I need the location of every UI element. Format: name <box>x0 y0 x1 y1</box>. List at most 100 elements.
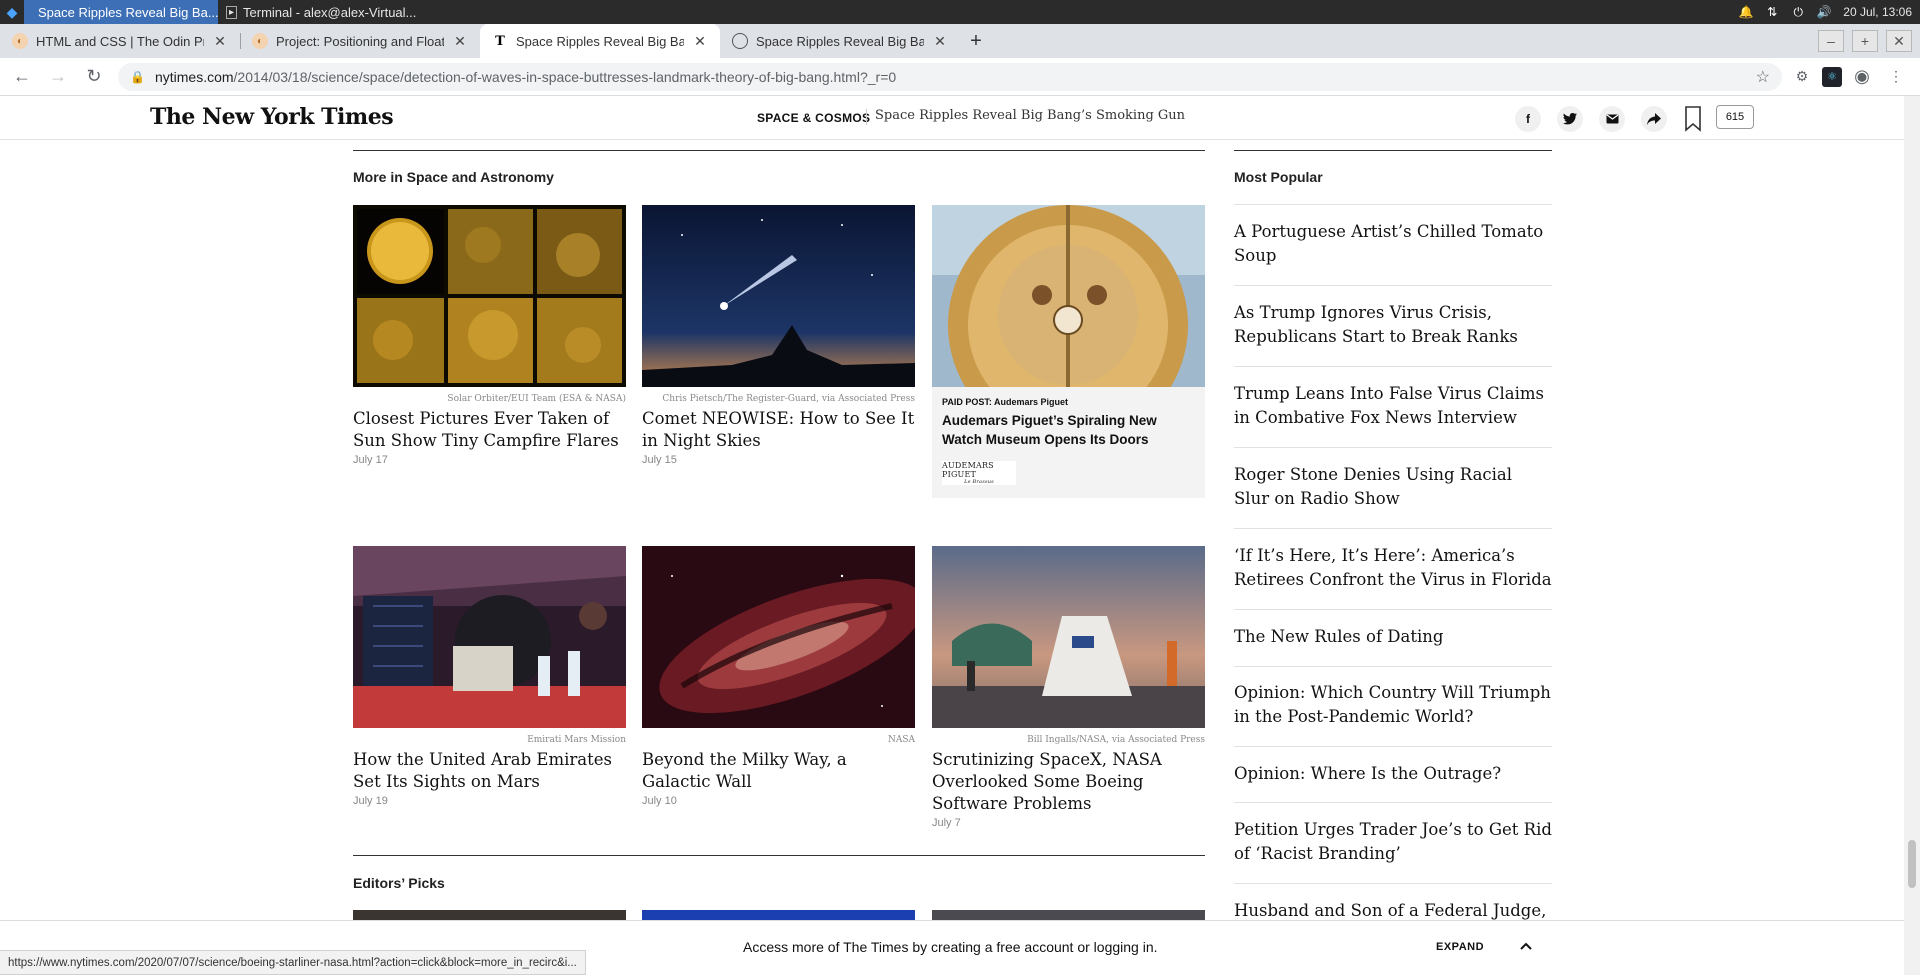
story-title[interactable]: Scrutinizing SpaceX, NASA Overlooked Som… <box>932 749 1205 815</box>
article-footer-content: More in Space and Astronomy Solar Orbite… <box>0 140 1904 920</box>
story-title[interactable]: How the United Arab Emirates Set Its Sig… <box>353 749 626 793</box>
close-icon[interactable]: ✕ <box>932 33 948 50</box>
sun-images-grid[interactable] <box>353 205 626 387</box>
extension-puzzle-icon[interactable]: ⚙ <box>1788 63 1816 91</box>
tab-title: Project: Positioning and Floatin <box>276 33 444 49</box>
reload-icon[interactable]: ↻ <box>80 63 108 91</box>
start-menu-icon[interactable]: ◆ <box>0 0 24 24</box>
story-card-comet[interactable]: Chris Pietsch/The Register-Guard, via As… <box>642 205 915 466</box>
lock-icon[interactable]: 🔒 <box>130 70 145 84</box>
comment-count: 615 <box>1725 111 1745 123</box>
story-card-uae-mars[interactable]: Emirati Mars Mission How the United Arab… <box>353 546 626 807</box>
story-date: July 10 <box>642 795 677 807</box>
watch-museum-photo[interactable] <box>932 205 1205 387</box>
most-popular-heading: Most Popular <box>1234 169 1323 185</box>
header-headline: Space Ripples Reveal Big Bang’s Smoking … <box>875 108 1186 123</box>
odin-favicon-icon: ◐ <box>12 33 28 49</box>
popular-item[interactable]: Roger Stone Denies Using Racial Slur on … <box>1234 463 1552 511</box>
story-card-boeing-spacex[interactable]: Bill Ingalls/NASA, via Associated Press … <box>932 546 1205 829</box>
popular-item[interactable]: A Portuguese Artist’s Chilled Tomato Sou… <box>1234 220 1552 268</box>
expand-button[interactable]: EXPAND <box>1436 941 1484 953</box>
popular-divider <box>1234 447 1552 448</box>
story-date: July 19 <box>353 795 388 807</box>
taskbar-window-label: Space Ripples Reveal Big Ba... <box>38 4 218 20</box>
facebook-share-icon[interactable]: f <box>1515 106 1541 132</box>
comments-count-button[interactable]: 615 <box>1716 105 1754 129</box>
browser-menu-icon[interactable]: ⋮ <box>1882 63 1910 91</box>
popular-item[interactable]: Petition Urges Trader Joe’s to Get Rid o… <box>1234 818 1552 866</box>
odin-favicon-icon: ◐ <box>252 33 268 49</box>
galaxy-photo[interactable] <box>642 546 915 728</box>
story-title[interactable]: Comet NEOWISE: How to See It in Night Sk… <box>642 408 915 452</box>
editors-pick-image[interactable] <box>642 910 915 920</box>
popular-divider <box>1234 609 1552 610</box>
section-label[interactable]: SPACE & COSMOS <box>757 111 870 125</box>
globe-favicon-icon <box>732 33 748 49</box>
page-scrollbar[interactable] <box>1904 96 1920 975</box>
clock[interactable]: 20 Jul, 13:06 <box>1843 5 1912 19</box>
power-icon[interactable]: ⏻ <box>1791 5 1805 19</box>
paid-post-card[interactable]: PAID POST: Audemars Piguet Audemars Pigu… <box>932 205 1205 498</box>
mars-probe-photo[interactable] <box>353 546 626 728</box>
close-icon[interactable]: ✕ <box>452 33 468 50</box>
tab-nyt-active[interactable]: T Space Ripples Reveal Big Bang ✕ <box>480 24 720 58</box>
editors-pick-image[interactable] <box>353 910 626 920</box>
share-arrow-icon[interactable] <box>1641 106 1667 132</box>
editors-pick-image[interactable] <box>932 910 1205 920</box>
address-bar[interactable]: 🔒 nytimes.com/2014/03/18/science/space/d… <box>118 62 1782 91</box>
image-credit: Solar Orbiter/EUI Team (ESA & NASA) <box>447 394 626 404</box>
story-title[interactable]: Closest Pictures Ever Taken of Sun Show … <box>353 408 626 452</box>
url-text[interactable]: nytimes.com/2014/03/18/science/space/det… <box>155 69 1756 85</box>
story-card-sun[interactable]: Solar Orbiter/EUI Team (ESA & NASA) Clos… <box>353 205 626 466</box>
popular-item[interactable]: Opinion: Which Country Will Triumph in t… <box>1234 681 1552 729</box>
scrollbar-thumb[interactable] <box>1908 840 1916 888</box>
paid-post-title[interactable]: Audemars Piguet’s Spiraling New Watch Mu… <box>942 411 1195 449</box>
story-date: July 17 <box>353 454 388 466</box>
tab-title: Space Ripples Reveal Big Bang <box>756 33 924 49</box>
close-icon[interactable]: ✕ <box>692 33 708 50</box>
paid-post-label: PAID POST: Audemars Piguet <box>942 397 1069 407</box>
tab-nyt-second[interactable]: Space Ripples Reveal Big Bang ✕ <box>720 24 960 58</box>
starliner-capsule-photo[interactable] <box>932 546 1205 728</box>
popular-divider <box>1234 746 1552 747</box>
section-rule <box>1234 150 1552 151</box>
network-icon[interactable]: ⇅ <box>1765 5 1779 19</box>
popular-item[interactable]: Opinion: Where Is the Outrage? <box>1234 762 1552 786</box>
volume-icon[interactable]: 🔊 <box>1817 5 1832 19</box>
close-window-icon[interactable]: ✕ <box>1886 30 1912 52</box>
story-card-galactic-wall[interactable]: NASA Beyond the Milky Way, a Galactic Wa… <box>642 546 915 807</box>
image-credit: Emirati Mars Mission <box>527 735 626 745</box>
story-date: July 7 <box>932 817 961 829</box>
tab-odin-html-css[interactable]: ◐ HTML and CSS | The Odin Proje ✕ <box>0 24 240 58</box>
popular-item[interactable]: The New Rules of Dating <box>1234 625 1552 649</box>
taskbar-window-terminal[interactable]: ▸ Terminal - alex@alex-Virtual... <box>218 0 418 24</box>
profile-avatar-icon[interactable]: ◉ <box>1848 63 1876 91</box>
twitter-share-icon[interactable] <box>1557 106 1583 132</box>
popular-divider <box>1234 285 1552 286</box>
notification-bell-icon[interactable]: 🔔 <box>1739 5 1754 19</box>
maximize-icon[interactable]: + <box>1852 30 1878 52</box>
comet-photo[interactable] <box>642 205 915 387</box>
minimize-icon[interactable]: – <box>1818 30 1844 52</box>
tab-odin-positioning[interactable]: ◐ Project: Positioning and Floatin ✕ <box>240 24 480 58</box>
popular-item[interactable]: As Trump Ignores Virus Crisis, Republica… <box>1234 301 1552 349</box>
story-title[interactable]: Beyond the Milky Way, a Galactic Wall <box>642 749 915 793</box>
logo-line-1: AUDEMARS PIGUET <box>942 461 994 479</box>
email-share-icon[interactable] <box>1599 106 1625 132</box>
forward-arrow-icon[interactable]: → <box>44 63 72 91</box>
editors-picks-heading: Editors’ Picks <box>353 875 445 891</box>
new-tab-plus-icon[interactable]: + <box>960 24 992 58</box>
taskbar-window-browser[interactable]: Space Ripples Reveal Big Ba... <box>24 0 218 24</box>
back-arrow-icon[interactable]: ← <box>8 63 36 91</box>
close-icon[interactable]: ✕ <box>212 33 228 50</box>
popular-item[interactable]: ‘If It’s Here, It’s Here’: America’s Ret… <box>1234 544 1552 592</box>
popular-item[interactable]: Husband and Son of a Federal Judge, <box>1234 899 1552 920</box>
logo-line-2: Le Brassus <box>964 479 994 485</box>
save-bookmark-icon[interactable] <box>1684 106 1702 132</box>
nyt-logo[interactable]: The New York Times <box>150 104 394 130</box>
popular-item[interactable]: Trump Leans Into False Virus Claims in C… <box>1234 382 1552 430</box>
chevron-up-icon[interactable] <box>1518 938 1534 954</box>
bookmark-star-icon[interactable]: ☆ <box>1756 67 1770 87</box>
react-devtools-icon[interactable]: ⚛ <box>1822 66 1842 87</box>
audemars-piguet-logo[interactable]: AUDEMARS PIGUET Le Brassus <box>942 461 1016 485</box>
